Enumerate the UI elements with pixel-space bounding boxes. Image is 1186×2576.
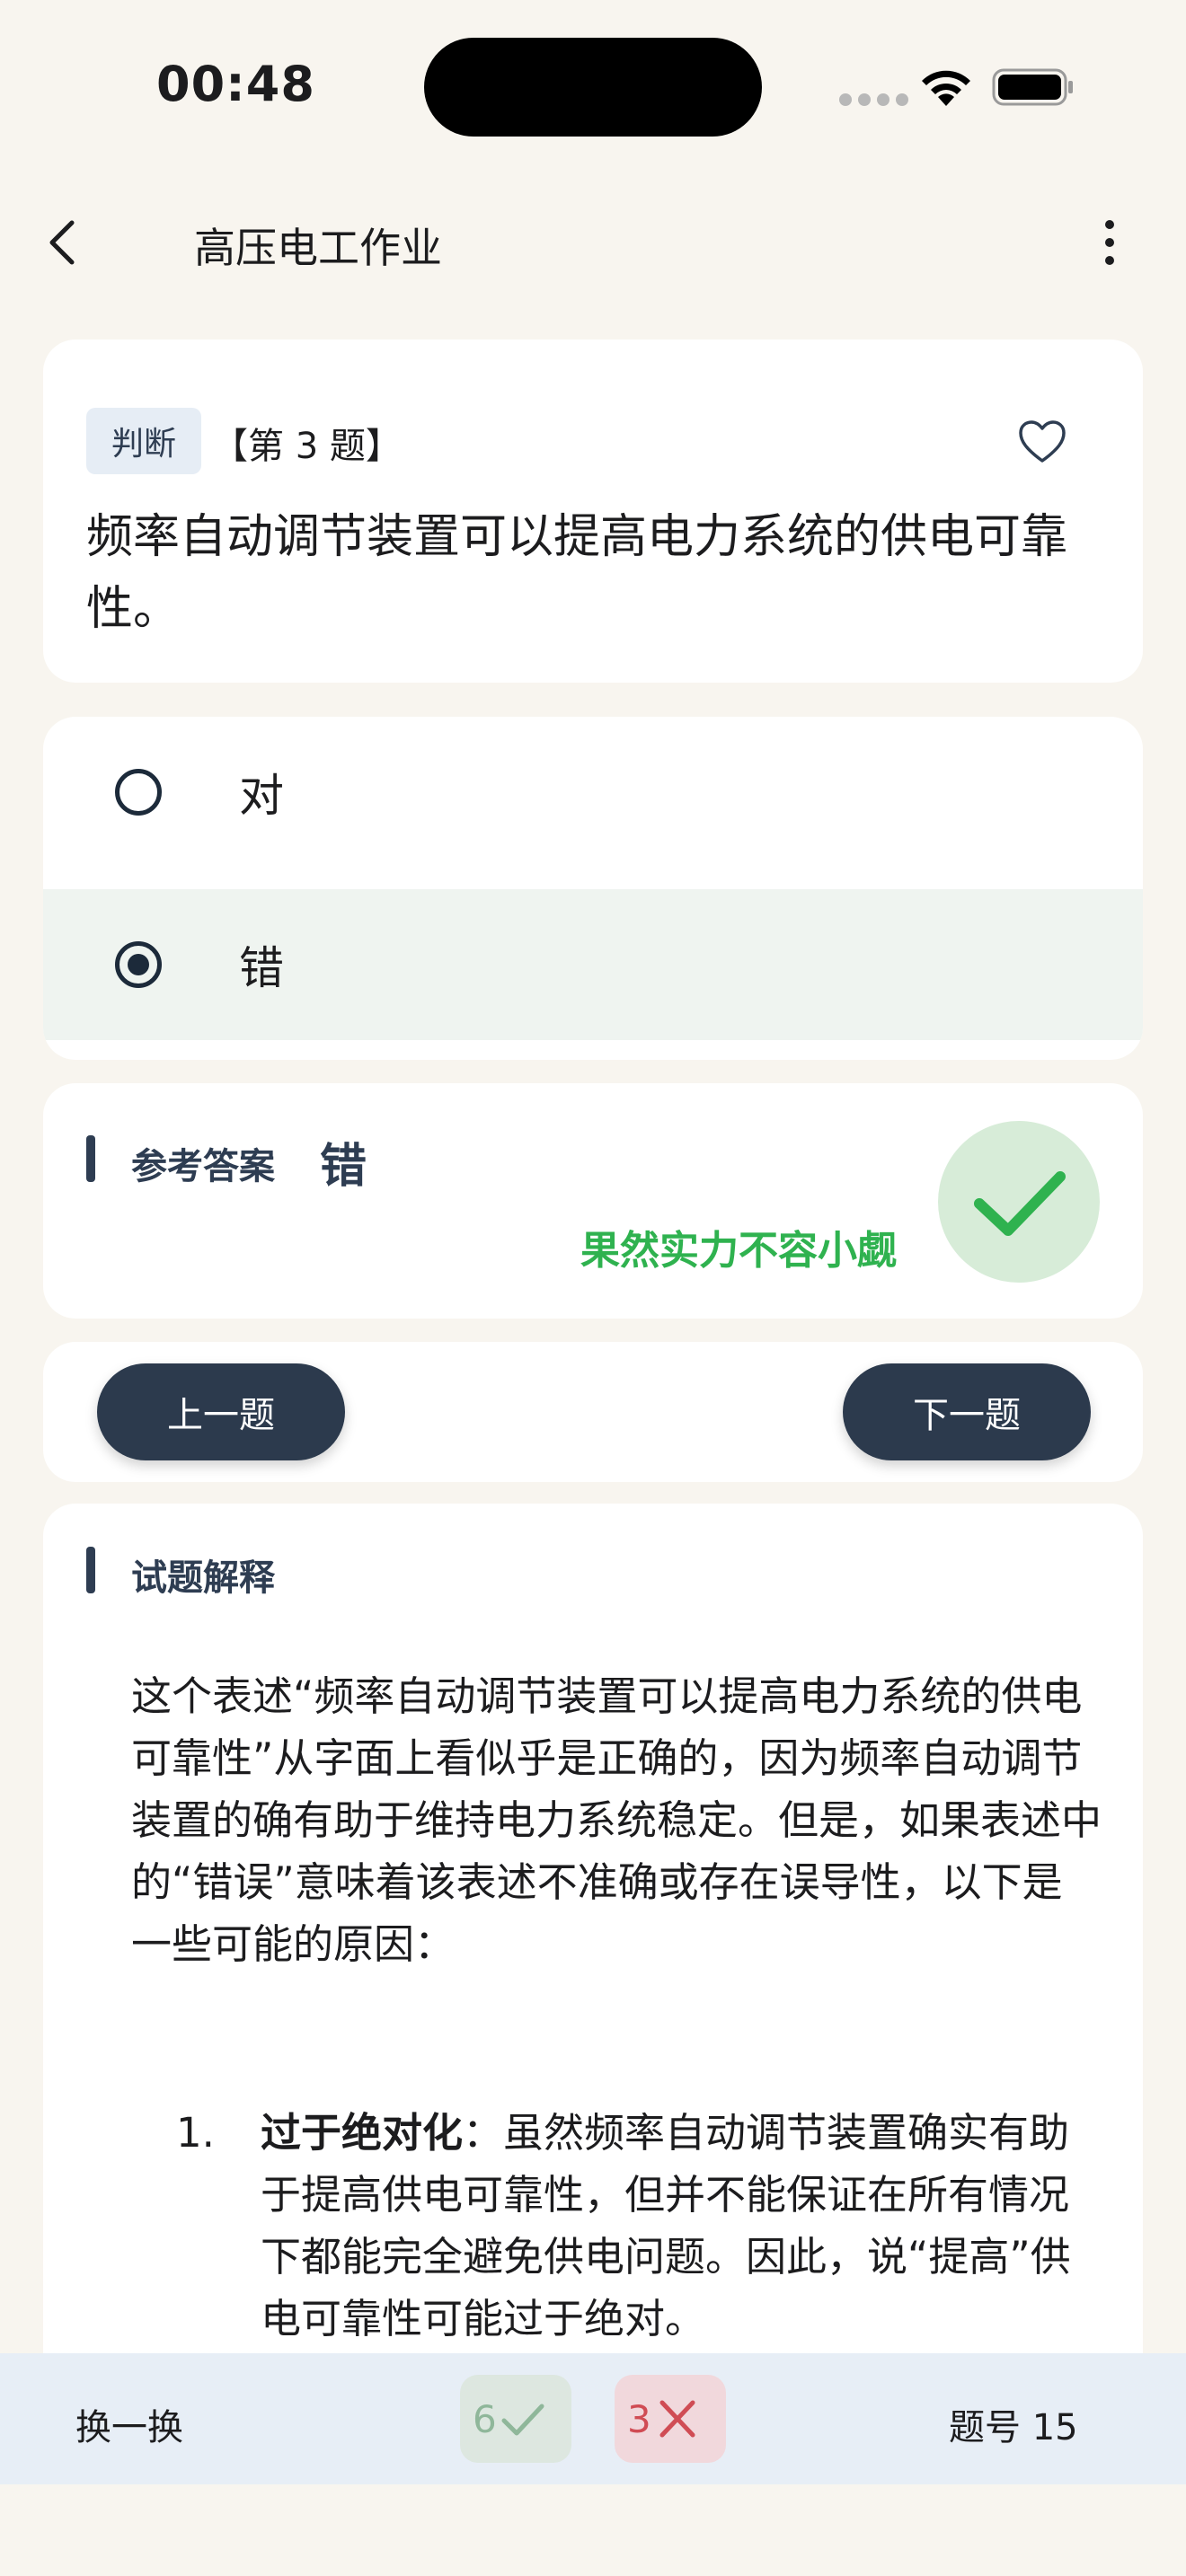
- explanation-list-item: 1. 过于绝对化：虽然频率自动调节装置确实有助于提高供电可靠性，但并不能保证在所…: [176, 2102, 1075, 2350]
- list-item-number: 1.: [176, 2109, 215, 2157]
- favorite-heart-icon[interactable]: [1017, 419, 1067, 465]
- wrong-count-chip[interactable]: 3: [615, 2375, 726, 2463]
- answer-value: 错: [320, 1140, 367, 1194]
- wifi-icon: [922, 70, 970, 106]
- question-number: 【第 3 题】: [212, 426, 402, 467]
- option-true[interactable]: 对: [43, 717, 1143, 868]
- wrong-count: 3: [627, 2396, 651, 2441]
- check-icon: [501, 2404, 544, 2436]
- question-type-tag: 判断: [86, 408, 201, 474]
- more-options-icon[interactable]: [1096, 216, 1123, 269]
- correct-count-chip[interactable]: 6: [460, 2375, 571, 2463]
- list-item-title: 过于绝对化: [261, 2109, 464, 2157]
- feedback-text: 果然实力不容小觑: [580, 1228, 897, 1274]
- option-label: 对: [239, 770, 284, 822]
- answer-label: 参考答案: [131, 1146, 275, 1187]
- navigation-card: 上一题 下一题: [43, 1342, 1143, 1482]
- question-number-label[interactable]: 题号 15: [949, 2398, 1078, 2450]
- correct-count: 6: [473, 2396, 497, 2441]
- page-title: 高压电工作业: [194, 224, 442, 272]
- question-card: 判断 【第 3 题】 频率自动调节装置可以提高电力系统的供电可靠性。: [43, 340, 1143, 683]
- close-icon: [659, 2400, 695, 2438]
- back-icon[interactable]: [45, 217, 81, 268]
- bottom-bar: 换一换 6 3 题号 15: [0, 2353, 1186, 2484]
- prev-question-button[interactable]: 上一题: [97, 1363, 345, 1460]
- battery-icon: [992, 68, 1073, 106]
- explanation-label: 试题解释: [131, 1557, 275, 1599]
- explanation-card: 试题解释 这个表述“频率自动调节装置可以提高电力系统的供电可靠性”从字面上看似乎…: [43, 1504, 1143, 2402]
- cellular-signal-icon: [839, 93, 908, 106]
- option-label: 错: [239, 942, 284, 994]
- option-false[interactable]: 错: [43, 889, 1143, 1040]
- dynamic-island: [424, 38, 762, 137]
- options-card: 对 错: [43, 717, 1143, 1060]
- explanation-paragraph: 这个表述“频率自动调节装置可以提高电力系统的供电可靠性”从字面上看似乎是正确的，…: [131, 1672, 1102, 1968]
- check-icon: [974, 1171, 1066, 1236]
- status-time: 00:48: [156, 56, 315, 112]
- answer-card: 参考答案 错 果然实力不容小觑: [43, 1083, 1143, 1319]
- radio-selected-icon: [115, 941, 162, 988]
- swap-button[interactable]: 换一换: [75, 2398, 183, 2450]
- next-question-button[interactable]: 下一题: [843, 1363, 1091, 1460]
- section-accent-bar: [86, 1547, 95, 1593]
- radio-unselected-icon: [115, 769, 162, 816]
- question-text: 频率自动调节装置可以提高电力系统的供电可靠性。: [86, 510, 1068, 636]
- correct-badge: [938, 1121, 1100, 1283]
- page: 00:48 高压电工作业 判断 【第 3 题】 频率自动调节装置可以提高电力系统…: [0, 0, 1186, 2576]
- section-accent-bar: [86, 1135, 95, 1182]
